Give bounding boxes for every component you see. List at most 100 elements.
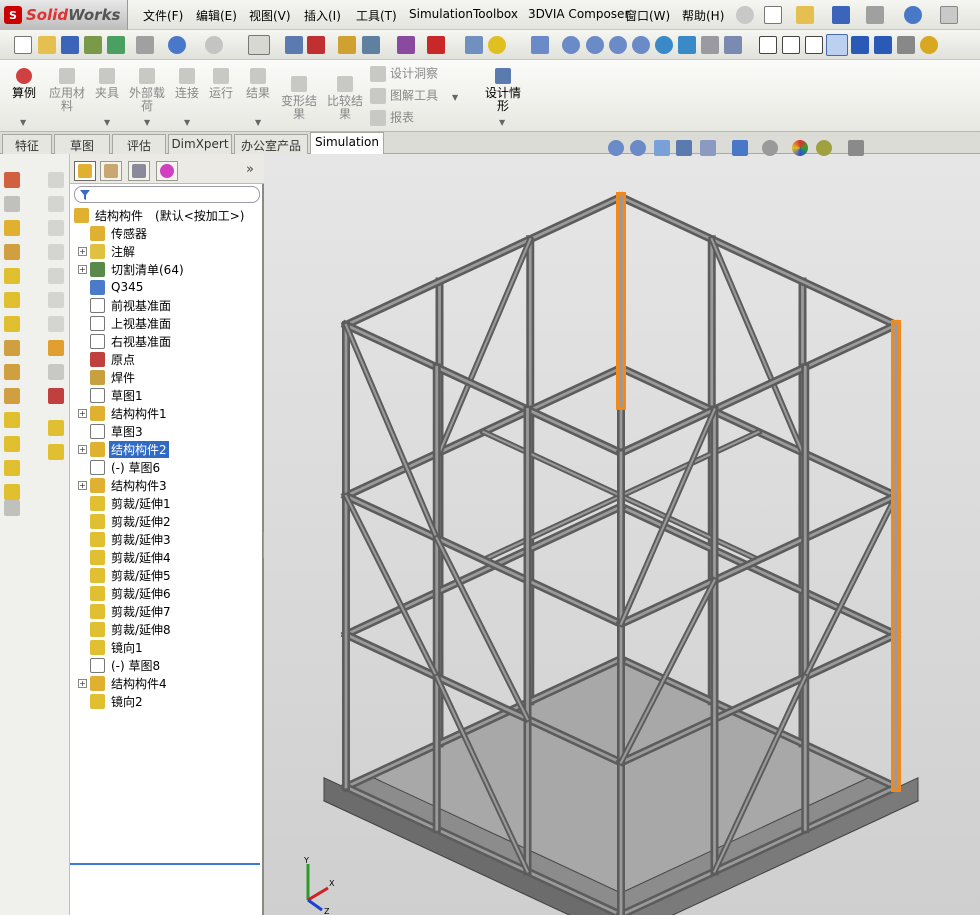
study-button[interactable]: 算例 [6, 68, 42, 100]
rectangle-tool-icon[interactable] [48, 220, 64, 236]
design-insight-button[interactable]: 设计洞察 [370, 66, 450, 82]
tree-node[interactable]: 右视基准面 [78, 332, 173, 350]
tree-node[interactable]: 传感器 [78, 224, 149, 242]
save-icon[interactable] [832, 6, 850, 24]
pin-icon[interactable] [736, 6, 754, 24]
graphics-area[interactable]: Y X Z [264, 140, 980, 915]
spline-tool-icon[interactable] [48, 292, 64, 308]
design-scenario-dropdown-icon[interactable]: ▼ [499, 118, 505, 127]
tree-rollback-bar[interactable] [70, 863, 260, 865]
shaded-edges-icon[interactable] [826, 34, 848, 56]
connections-dropdown-icon[interactable]: ▼ [184, 118, 190, 127]
external-loads-button[interactable]: 外部载荷 [128, 68, 166, 113]
undo-icon[interactable] [904, 6, 922, 24]
select-icon[interactable] [248, 35, 270, 55]
options-icon[interactable] [465, 36, 483, 54]
menu-3dvia-composer[interactable]: 3DVIA Composer [528, 7, 629, 21]
plot-tools-button[interactable]: 图解工具 [370, 88, 450, 104]
hole-wizard-icon[interactable] [4, 364, 20, 380]
pan-icon[interactable] [678, 36, 696, 54]
tab-dimxpert[interactable]: DimXpert [168, 134, 232, 154]
redo-icon[interactable] [205, 36, 223, 54]
convert-entities-icon[interactable] [48, 420, 64, 436]
tree-node[interactable]: + 结构构件3 [78, 476, 169, 494]
new-icon[interactable] [14, 36, 32, 54]
menu-file[interactable]: 文件(F) [143, 7, 183, 24]
zoom-selection-icon[interactable] [632, 36, 650, 54]
tree-node[interactable]: 剪裁/延伸1 [78, 494, 173, 512]
zoom-fit-icon[interactable] [562, 36, 580, 54]
solidworks-logo[interactable]: S SolidWorks [0, 0, 128, 30]
study-dropdown-icon[interactable]: ▼ [20, 118, 26, 127]
fillet-bead-icon[interactable] [4, 292, 20, 308]
point-tool-icon[interactable] [48, 316, 64, 332]
tree-filter-input[interactable] [74, 186, 260, 203]
report-button[interactable]: 报表 [370, 110, 450, 126]
extruded-cut-icon[interactable] [4, 340, 20, 356]
arc-tool-icon[interactable] [48, 268, 64, 284]
tree-node[interactable]: + 注解 [78, 242, 137, 260]
configuration-manager-tab[interactable] [128, 161, 150, 181]
tab-simulation[interactable]: Simulation [310, 132, 384, 154]
menu-view[interactable]: 视图(V) [249, 7, 291, 24]
edit-sketch-icon[interactable] [338, 36, 356, 54]
property-manager-tab[interactable] [100, 161, 122, 181]
plane-tool-icon[interactable] [4, 460, 20, 476]
tree-node[interactable]: + 结构构件4 [78, 674, 169, 692]
menu-simulation[interactable]: Simulation [409, 7, 473, 21]
sketch-tool-icon[interactable] [48, 172, 64, 188]
deformed-result-button[interactable]: 变形结果 [278, 76, 320, 121]
undo-toolbar-icon[interactable] [168, 36, 186, 54]
help-icon[interactable] [488, 36, 506, 54]
new-document-icon[interactable] [764, 6, 782, 24]
fixtures-button[interactable]: 夹具 [92, 68, 122, 100]
tree-node[interactable]: 前视基准面 [78, 296, 173, 314]
tree-node[interactable]: + 切割清单(64) [78, 260, 186, 278]
repair-sketch-icon[interactable] [48, 388, 64, 404]
offset-entities-icon[interactable] [48, 444, 64, 460]
tree-node[interactable]: 原点 [78, 350, 137, 368]
more-tools-icon[interactable] [4, 500, 20, 516]
dimxpert-manager-tab[interactable] [156, 161, 178, 181]
tree-node[interactable]: 剪裁/延伸7 [78, 602, 173, 620]
section-view-icon[interactable] [897, 36, 915, 54]
photoview-icon[interactable] [397, 36, 415, 54]
weld-bead-icon[interactable] [4, 412, 20, 428]
roll-view-icon[interactable] [701, 36, 719, 54]
expand-toggle-icon[interactable]: + [78, 444, 87, 454]
select-filter-icon[interactable] [285, 36, 303, 54]
expand-panel-icon[interactable]: » [246, 162, 254, 177]
select-arrow-icon[interactable] [940, 6, 958, 24]
expand-toggle-icon[interactable]: + [78, 480, 87, 490]
tree-node[interactable]: (-) 草图6 [78, 458, 162, 476]
tree-node[interactable]: 剪裁/延伸8 [78, 620, 173, 638]
zoom-in-out-icon[interactable] [609, 36, 627, 54]
cut-list-tool-icon[interactable] [4, 436, 20, 452]
external-loads-dropdown-icon[interactable]: ▼ [144, 118, 150, 127]
chamfer-icon[interactable] [4, 388, 20, 404]
line-tool-icon[interactable] [48, 196, 64, 212]
tree-node[interactable]: 草图1 [78, 386, 145, 404]
menu-toolbox[interactable]: Toolbox [473, 7, 518, 21]
menu-help[interactable]: 帮助(H) [682, 7, 724, 24]
3d-sketch-icon[interactable] [4, 172, 20, 188]
results-button[interactable]: 结果 [243, 68, 273, 100]
snap-icon[interactable] [531, 36, 549, 54]
fixtures-dropdown-icon[interactable]: ▼ [104, 118, 110, 127]
tree-node[interactable]: + 结构构件2 [78, 440, 169, 458]
tree-node[interactable]: 镜向2 [78, 692, 145, 710]
rebuild-icon[interactable] [307, 36, 325, 54]
rotate-icon[interactable] [655, 36, 673, 54]
tree-node[interactable]: 草图3 [78, 422, 145, 440]
wireframe-icon[interactable] [759, 36, 777, 54]
circle-tool-icon[interactable] [48, 244, 64, 260]
3dvia-icon[interactable] [427, 36, 445, 54]
tab-evaluate[interactable]: 评估 [112, 134, 166, 154]
measure-icon[interactable] [362, 36, 380, 54]
gusset-icon[interactable] [4, 268, 20, 284]
design-scenario-button[interactable]: 设计情形 [482, 68, 524, 113]
smart-dimension-icon[interactable] [48, 340, 64, 356]
print-icon[interactable] [866, 6, 884, 24]
tab-features[interactable]: 特征 [2, 134, 52, 154]
expand-toggle-icon[interactable]: + [78, 408, 87, 418]
